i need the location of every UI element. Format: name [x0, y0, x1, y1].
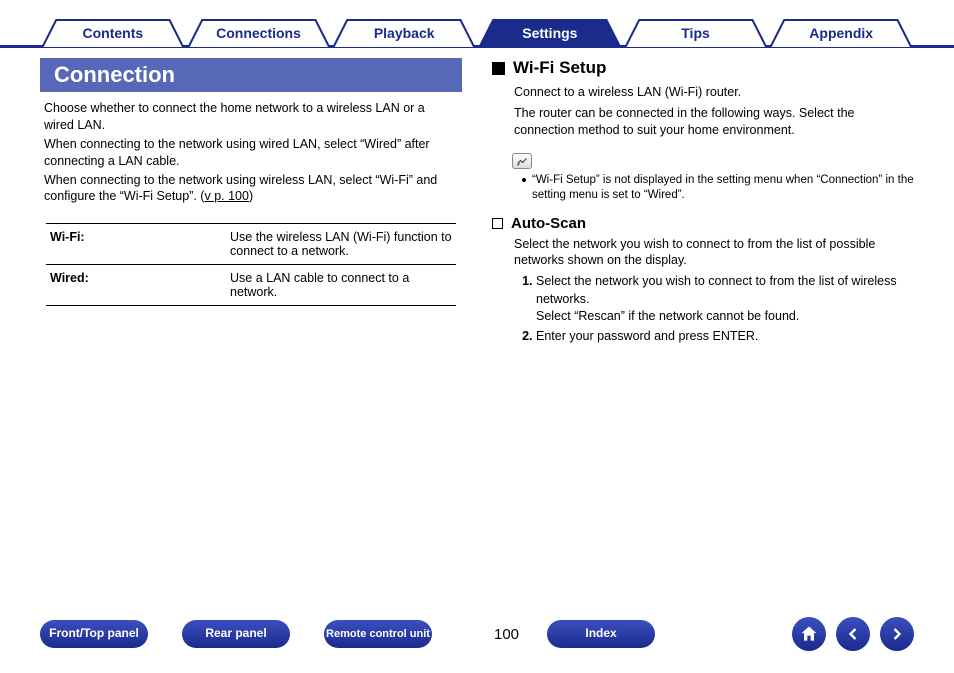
- left-column: Connection Choose whether to connect the…: [40, 58, 462, 347]
- btn-rear-panel[interactable]: Rear panel: [182, 620, 290, 648]
- link-page-100[interactable]: v p. 100: [204, 189, 248, 203]
- top-tabs: Contents Connections Playback Settings T…: [0, 8, 954, 48]
- heading-auto-scan: Auto-Scan: [492, 215, 914, 232]
- arrow-right-icon: [887, 624, 907, 644]
- square-bullet-icon: [492, 62, 505, 75]
- heading-wifi-setup: Wi-Fi Setup: [492, 58, 914, 78]
- btn-home[interactable]: [792, 617, 826, 651]
- autoscan-steps: Select the network you wish to connect t…: [514, 273, 914, 345]
- step-1: Select the network you wish to connect t…: [536, 273, 914, 326]
- tab-contents[interactable]: Contents: [42, 18, 184, 48]
- para-intro-1: Choose whether to connect the home netwo…: [44, 100, 458, 134]
- connection-table: Wi-Fi: Use the wireless LAN (Wi-Fi) func…: [46, 223, 456, 306]
- row-value-wired: Use a LAN cable to connect to a network.: [230, 271, 452, 299]
- row-value-wifi: Use the wireless LAN (Wi-Fi) function to…: [230, 230, 452, 258]
- main-content: Connection Choose whether to connect the…: [40, 58, 914, 347]
- wifi-para-1: Connect to a wireless LAN (Wi-Fi) router…: [514, 84, 914, 101]
- btn-next-page[interactable]: [880, 617, 914, 651]
- row-label-wired: Wired:: [50, 271, 230, 299]
- section-title-connection: Connection: [40, 58, 462, 92]
- note-text: “Wi-Fi Setup” is not displayed in the se…: [522, 173, 914, 203]
- tab-settings[interactable]: Settings: [479, 18, 621, 48]
- btn-prev-page[interactable]: [836, 617, 870, 651]
- open-square-bullet-icon: [492, 218, 503, 229]
- home-icon: [799, 624, 819, 644]
- btn-front-top-panel[interactable]: Front/Top panel: [40, 620, 148, 648]
- btn-index[interactable]: Index: [547, 620, 655, 648]
- table-row: Wi-Fi: Use the wireless LAN (Wi-Fi) func…: [46, 224, 456, 265]
- tab-playback[interactable]: Playback: [333, 18, 475, 48]
- row-label-wifi: Wi-Fi:: [50, 230, 230, 258]
- table-row: Wired: Use a LAN cable to connect to a n…: [46, 265, 456, 306]
- tab-appendix[interactable]: Appendix: [770, 18, 912, 48]
- para-intro-3: When connecting to the network using wir…: [44, 172, 458, 206]
- page-number: 100: [494, 626, 519, 643]
- para-intro-2: When connecting to the network using wir…: [44, 136, 458, 170]
- tab-tips[interactable]: Tips: [625, 18, 767, 48]
- step-2: Enter your password and press ENTER.: [536, 328, 914, 346]
- note-icon: [512, 153, 532, 169]
- tab-connections[interactable]: Connections: [188, 18, 330, 48]
- arrow-left-icon: [843, 624, 863, 644]
- autoscan-intro: Select the network you wish to connect t…: [514, 236, 914, 270]
- right-column: Wi-Fi Setup Connect to a wireless LAN (W…: [492, 58, 914, 347]
- wifi-para-2: The router can be connected in the follo…: [514, 105, 914, 139]
- footer-nav: Front/Top panel Rear panel Remote contro…: [40, 617, 914, 651]
- btn-remote-control-unit[interactable]: Remote control unit: [324, 620, 432, 648]
